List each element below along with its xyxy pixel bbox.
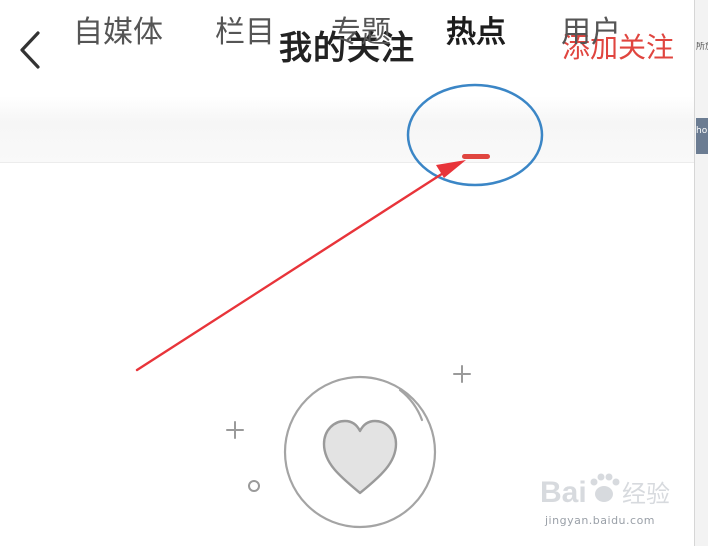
plus-sparkle-icon — [226, 421, 244, 439]
watermark-url: jingyan.baidu.com — [545, 514, 656, 527]
tab-hot[interactable]: 热点 — [446, 10, 506, 56]
adjacent-window-strip: 所旅 ho — [694, 0, 708, 546]
active-tab-indicator — [462, 154, 490, 159]
annotation-arrow-shaft — [135, 168, 450, 372]
dot-sparkle-icon — [248, 480, 260, 492]
heart-icon — [322, 419, 398, 495]
plus-sparkle-icon — [453, 365, 471, 383]
empty-state-illustration — [226, 365, 471, 529]
tab-topics[interactable]: 专题 — [331, 10, 391, 56]
paw-icon — [590, 473, 620, 502]
tab-columns[interactable]: 栏目 — [215, 10, 275, 56]
app-screen: 我的关注 添加关注 自媒体 栏目 专题 热点 用户 Bai 经验 jingyan… — [0, 0, 708, 546]
strip-thumbnail: ho — [696, 118, 708, 154]
watermark-logo-suffix: 经验 — [622, 480, 670, 508]
strip-label: 所旅 — [696, 42, 708, 52]
tab-users[interactable]: 用户 — [561, 10, 621, 56]
watermark-logo-text: Bai — [540, 476, 587, 509]
tab-media[interactable]: 自媒体 — [73, 10, 163, 56]
tab-bar — [0, 96, 694, 163]
